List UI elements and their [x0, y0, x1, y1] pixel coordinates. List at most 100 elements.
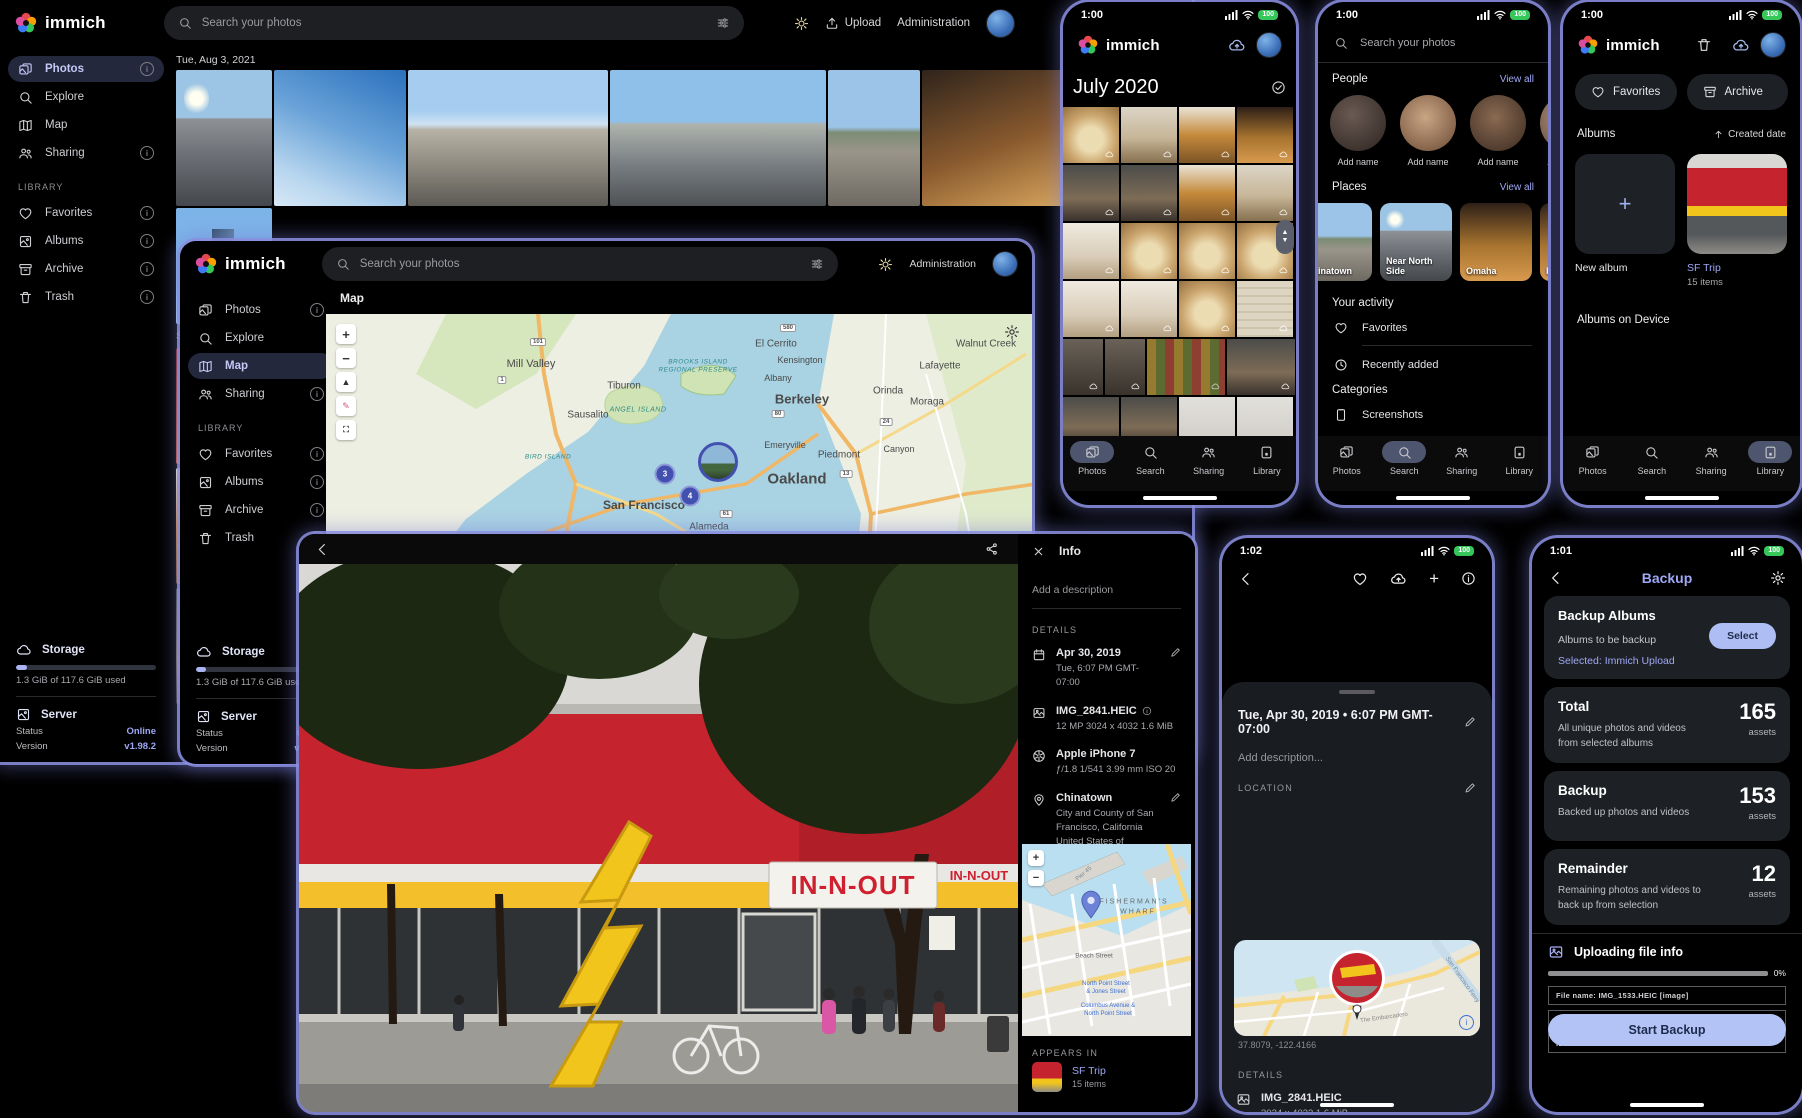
- photo-thumbnail[interactable]: [1179, 281, 1235, 337]
- back-icon[interactable]: [1238, 571, 1254, 587]
- zoom-in-button[interactable]: +: [1028, 850, 1044, 866]
- search-input[interactable]: Search your photos: [1318, 28, 1548, 58]
- sidebar-item-map[interactable]: Map: [188, 353, 334, 379]
- back-icon[interactable]: [1238, 571, 1254, 587]
- zoom-out-button[interactable]: −: [1028, 870, 1044, 886]
- measure-button[interactable]: ✎: [336, 396, 356, 416]
- nav-sharing[interactable]: Sharing: [1682, 441, 1741, 476]
- sidebar-item-explore[interactable]: Explore: [8, 84, 164, 110]
- sliders-icon[interactable]: [810, 257, 824, 271]
- info-badge[interactable]: i: [140, 290, 154, 304]
- person[interactable]: Add name: [1470, 95, 1526, 167]
- nav-sharing[interactable]: Sharing: [1433, 441, 1491, 476]
- map-settings-gear-icon[interactable]: [1004, 324, 1020, 340]
- sidebar-item-photos[interactable]: Photosi: [8, 56, 164, 82]
- face-avatar[interactable]: [1400, 95, 1456, 151]
- sidebar-item-sharing[interactable]: Sharingi: [8, 140, 164, 166]
- info-icon[interactable]: [1461, 571, 1476, 586]
- search-input[interactable]: Search your photos: [322, 247, 839, 281]
- gear-icon[interactable]: [1770, 570, 1786, 586]
- administration-link[interactable]: Administration: [897, 17, 970, 29]
- photo-thumbnail[interactable]: [1179, 107, 1235, 163]
- category-screenshots[interactable]: Screenshots: [1318, 396, 1548, 422]
- trash-icon[interactable]: [1696, 37, 1712, 53]
- back-icon[interactable]: [1548, 570, 1564, 586]
- photo-thumbnail[interactable]: [1147, 339, 1225, 395]
- sidebar-item-archive[interactable]: Archivei: [188, 497, 334, 523]
- person[interactable]: Add name: [1540, 95, 1548, 167]
- description-input[interactable]: Add a description: [1018, 558, 1195, 608]
- photo-thumbnail[interactable]: [1063, 339, 1103, 395]
- nav-library[interactable]: Library: [1741, 441, 1800, 476]
- face-avatar[interactable]: [1330, 95, 1386, 151]
- zoom-out-button[interactable]: −: [336, 348, 356, 368]
- pencil-icon[interactable]: [1170, 792, 1181, 803]
- photo-thumbnail[interactable]: [408, 70, 608, 206]
- add-icon[interactable]: +: [1429, 571, 1439, 587]
- pencil-icon[interactable]: [1464, 782, 1476, 794]
- photo-thumbnail[interactable]: [1063, 165, 1119, 221]
- photo-thumbnail[interactable]: [1179, 165, 1235, 221]
- album-tile[interactable]: SF Trip 15 items: [1687, 154, 1787, 288]
- pencil-icon[interactable]: [1170, 647, 1181, 658]
- photo-thumbnail[interactable]: [1179, 223, 1235, 279]
- face-avatar[interactable]: [1470, 95, 1526, 151]
- sliders-icon[interactable]: [716, 16, 730, 30]
- photo-cluster-marker[interactable]: 3: [655, 464, 676, 485]
- pencil-icon[interactable]: [1464, 716, 1476, 728]
- map-zoom-controls[interactable]: + − ▲ ✎ ⛶: [336, 324, 356, 440]
- theme-toggle-icon[interactable]: [878, 257, 893, 272]
- edit-icon[interactable]: [1170, 647, 1181, 690]
- info-badge[interactable]: i: [140, 62, 154, 76]
- location-minimap[interactable]: FISHERMAN'SWHARFPier 45Beach StreetNorth…: [1022, 844, 1191, 1036]
- cloud-up-icon[interactable]: [1390, 570, 1407, 587]
- photo-thumbnail[interactable]: [610, 70, 826, 206]
- sidebar-item-albums[interactable]: Albumsi: [8, 228, 164, 254]
- photo-in-n-out[interactable]: IN-N-OUT IN-N-OUT: [299, 564, 1018, 1112]
- back-icon[interactable]: [315, 542, 330, 557]
- nav-photos[interactable]: Photos: [1063, 441, 1121, 476]
- activity-recently-added[interactable]: Recently added: [1318, 346, 1548, 372]
- edit-date-icon[interactable]: [1464, 716, 1476, 728]
- photo-thumbnail[interactable]: [1105, 339, 1145, 395]
- info-badge[interactable]: i: [310, 503, 324, 517]
- photo-thumbnail[interactable]: [1237, 281, 1293, 337]
- photo-thumbnail[interactable]: [1227, 339, 1295, 395]
- info-badge[interactable]: i: [310, 303, 324, 317]
- archive-button[interactable]: Archive: [1687, 74, 1789, 110]
- info-badge[interactable]: i: [140, 262, 154, 276]
- place-card[interactable]: Near North Side: [1380, 203, 1452, 281]
- zoom-in-button[interactable]: +: [336, 324, 356, 344]
- sidebar-item-explore[interactable]: Explore: [188, 325, 334, 351]
- search-input[interactable]: Search your photos: [164, 6, 744, 40]
- avatar[interactable]: [986, 9, 1015, 38]
- close-icon[interactable]: [1032, 545, 1045, 558]
- location-map[interactable]: The Embarcadero San Francisco Ferry i: [1234, 940, 1480, 1036]
- sun-icon[interactable]: [878, 257, 893, 272]
- info-badge[interactable]: i: [140, 146, 154, 160]
- nav-library[interactable]: Library: [1491, 441, 1549, 476]
- drag-handle[interactable]: [1339, 690, 1375, 694]
- close-icon[interactable]: [1032, 545, 1045, 558]
- sync-cloud-icon[interactable]: [1732, 36, 1750, 54]
- back-icon[interactable]: [1548, 570, 1564, 586]
- select-all-icon[interactable]: [1271, 80, 1286, 95]
- person[interactable]: Add name: [1330, 95, 1386, 167]
- info-badge[interactable]: i: [310, 475, 324, 489]
- photo-thumbnail[interactable]: [1237, 165, 1293, 221]
- album-link[interactable]: SF Trip 15 items: [1032, 1062, 1106, 1092]
- sidebar-item-photos[interactable]: Photosi: [188, 297, 334, 323]
- face-avatar[interactable]: [1540, 95, 1548, 151]
- photo-thumbnail[interactable]: [1237, 107, 1293, 163]
- photo-thumbnail[interactable]: [1063, 223, 1119, 279]
- back-icon[interactable]: [315, 542, 330, 557]
- photo-thumbnail[interactable]: [1063, 281, 1119, 337]
- theme-toggle-icon[interactable]: [794, 16, 809, 31]
- sidebar-item-sharing[interactable]: Sharingi: [188, 381, 334, 407]
- select-button[interactable]: Select: [1709, 623, 1776, 649]
- nav-search[interactable]: Search: [1376, 441, 1434, 476]
- photo-thumbnail[interactable]: [828, 70, 920, 206]
- favorites-button[interactable]: Favorites: [1575, 74, 1677, 110]
- gear-icon[interactable]: [1004, 324, 1020, 340]
- check-circle-icon[interactable]: [1271, 80, 1286, 95]
